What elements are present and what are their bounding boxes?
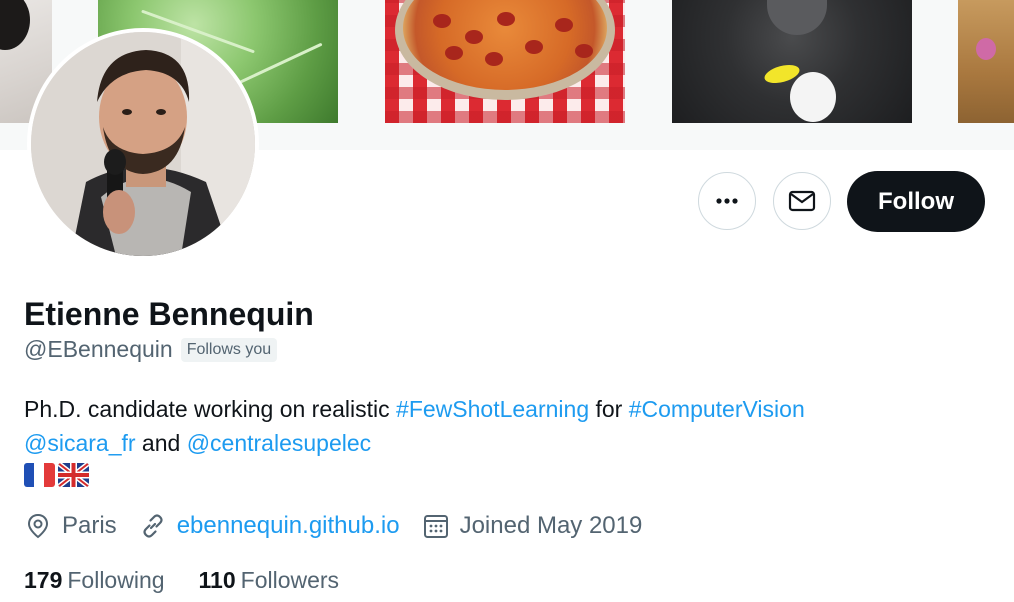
website-link[interactable]: ebennequin.github.io <box>177 512 400 540</box>
handle-row: @EBennequin Follows you <box>24 336 278 363</box>
calendar-icon <box>423 515 448 538</box>
bio-line-2: @sicara_fr and @centralesupelec <box>24 426 805 460</box>
followers-count: 110 <box>198 567 236 593</box>
avatar-photo <box>31 32 255 256</box>
hashtag-link[interactable]: #FewShotLearning <box>396 396 589 422</box>
follow-stats: 179 Following 110 Followers <box>24 567 373 594</box>
following-count: 179 <box>24 567 63 593</box>
bio-line-1: Ph.D. candidate working on realistic #Fe… <box>24 392 805 426</box>
follows-you-badge: Follows you <box>180 337 278 362</box>
profile-avatar[interactable] <box>27 28 259 260</box>
bio-text: for <box>589 396 629 422</box>
display-name: Etienne Bennequin <box>24 296 314 332</box>
user-handle: @EBennequin <box>24 336 173 362</box>
profile-meta: Paris ebennequin.github.io Joined May 20… <box>24 512 664 540</box>
following-label: Following <box>67 567 165 593</box>
joined-text: Joined May 2019 <box>459 512 643 539</box>
uk-flag <box>58 463 89 487</box>
bio-text: and <box>135 430 187 456</box>
envelope-icon <box>788 190 816 212</box>
followers-label: Followers <box>240 567 340 593</box>
france-flag <box>24 463 55 487</box>
mention-link[interactable]: @centralesupelec <box>187 430 371 456</box>
hashtag-link[interactable]: #ComputerVision <box>629 396 805 422</box>
location-pin-icon <box>27 513 49 539</box>
message-button[interactable] <box>773 172 831 230</box>
more-options-button[interactable] <box>698 172 756 230</box>
banner-photo-flower <box>958 0 1014 123</box>
more-dots-icon <box>716 198 738 204</box>
bio-flags <box>24 463 89 487</box>
banner-photo-gorilla <box>672 0 912 123</box>
following-stat[interactable]: 179 Following <box>24 567 165 594</box>
location-text: Paris <box>62 512 117 539</box>
bio-text: Ph.D. candidate working on realistic <box>24 396 397 422</box>
profile-bio: Ph.D. candidate working on realistic #Fe… <box>24 392 805 460</box>
banner-photo-pizza <box>385 0 625 123</box>
link-icon <box>143 514 163 538</box>
location-item: Paris <box>24 512 117 540</box>
mention-link[interactable]: @sicara_fr <box>24 430 136 456</box>
joined-item: Joined May 2019 <box>422 512 643 540</box>
website-item[interactable]: ebennequin.github.io <box>139 512 400 540</box>
followers-stat[interactable]: 110 Followers <box>199 567 340 594</box>
follow-button[interactable]: Follow <box>847 171 985 232</box>
